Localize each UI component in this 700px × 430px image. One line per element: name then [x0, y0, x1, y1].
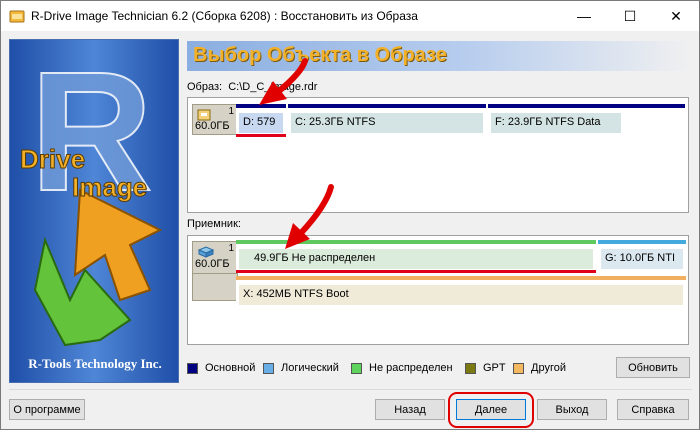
minimize-button[interactable]: —	[561, 1, 607, 31]
image-partition-c[interactable]: C: 25.3ГБ NTFS	[288, 104, 486, 134]
image-path-label: Образ: C:\D_C_Image.rdr	[187, 81, 318, 93]
r-drive-logo: R Drive Image	[20, 40, 163, 347]
selection-underline	[236, 134, 286, 137]
destination-label: Приемник:	[187, 218, 241, 230]
app-icon	[9, 10, 25, 23]
back-button[interactable]: Назад	[375, 399, 445, 420]
destination-disk-size: 60.0ГБ	[195, 258, 230, 270]
legend-logical: Логический	[263, 362, 339, 374]
legend-gpt: GPT	[465, 362, 506, 374]
dest-partition-unallocated[interactable]: 49.9ГБ Не распределен	[236, 240, 596, 270]
destination-disk-map: 1 60.0ГБ 49.9ГБ Не распределен G: 10.0ГБ…	[187, 235, 689, 345]
dest-partition-x[interactable]: X: 452МБ NTFS Boot	[236, 276, 686, 306]
refresh-button[interactable]: Обновить	[616, 357, 690, 378]
dest-partition-g[interactable]: G: 10.0ГБ NTI	[598, 240, 686, 270]
svg-text:Image: Image	[72, 172, 147, 202]
image-path: C:\D_C_Image.rdr	[228, 81, 318, 93]
legend-unallocated: Не распределен	[351, 362, 453, 374]
page-title: Выбор Объекта в Образе	[193, 44, 447, 66]
legend-primary: Основной	[187, 362, 255, 374]
image-partition-d[interactable]: D: 579	[236, 104, 286, 134]
company-name: R-Tools Technology Inc.	[28, 356, 162, 371]
close-button[interactable]: ✕	[653, 1, 699, 31]
product-banner: R Drive Image R-Tools Technology Inc.	[9, 39, 179, 383]
legend-other: Другой	[513, 362, 566, 374]
image-disk-map: 1 60.0ГБ D: 579 C: 25.3ГБ NTFS F: 23.9ГБ…	[187, 97, 689, 213]
selection-underline	[236, 270, 596, 273]
svg-text:Drive: Drive	[20, 144, 85, 174]
title-bar: R-Drive Image Technician 6.2 (Сборка 620…	[1, 1, 699, 31]
image-disk[interactable]: 1 60.0ГБ	[192, 104, 238, 135]
destination-disk[interactable]: 1 60.0ГБ	[192, 241, 238, 301]
help-button[interactable]: Справка	[617, 399, 689, 420]
about-button[interactable]: О программе	[9, 399, 85, 420]
image-partition-f[interactable]: F: 23.9ГБ NTFS Data	[488, 104, 685, 134]
maximize-button[interactable]: ☐	[607, 1, 653, 31]
window-title: R-Drive Image Technician 6.2 (Сборка 620…	[31, 9, 418, 23]
exit-button[interactable]: Выход	[537, 399, 607, 420]
image-disk-size: 60.0ГБ	[195, 120, 230, 132]
next-button-highlight	[448, 392, 534, 428]
hard-drive-icon	[197, 246, 215, 258]
divider	[9, 389, 692, 390]
main-window: R-Drive Image Technician 6.2 (Сборка 620…	[0, 0, 700, 430]
wizard-header: Выбор Объекта в Образе	[187, 41, 692, 71]
